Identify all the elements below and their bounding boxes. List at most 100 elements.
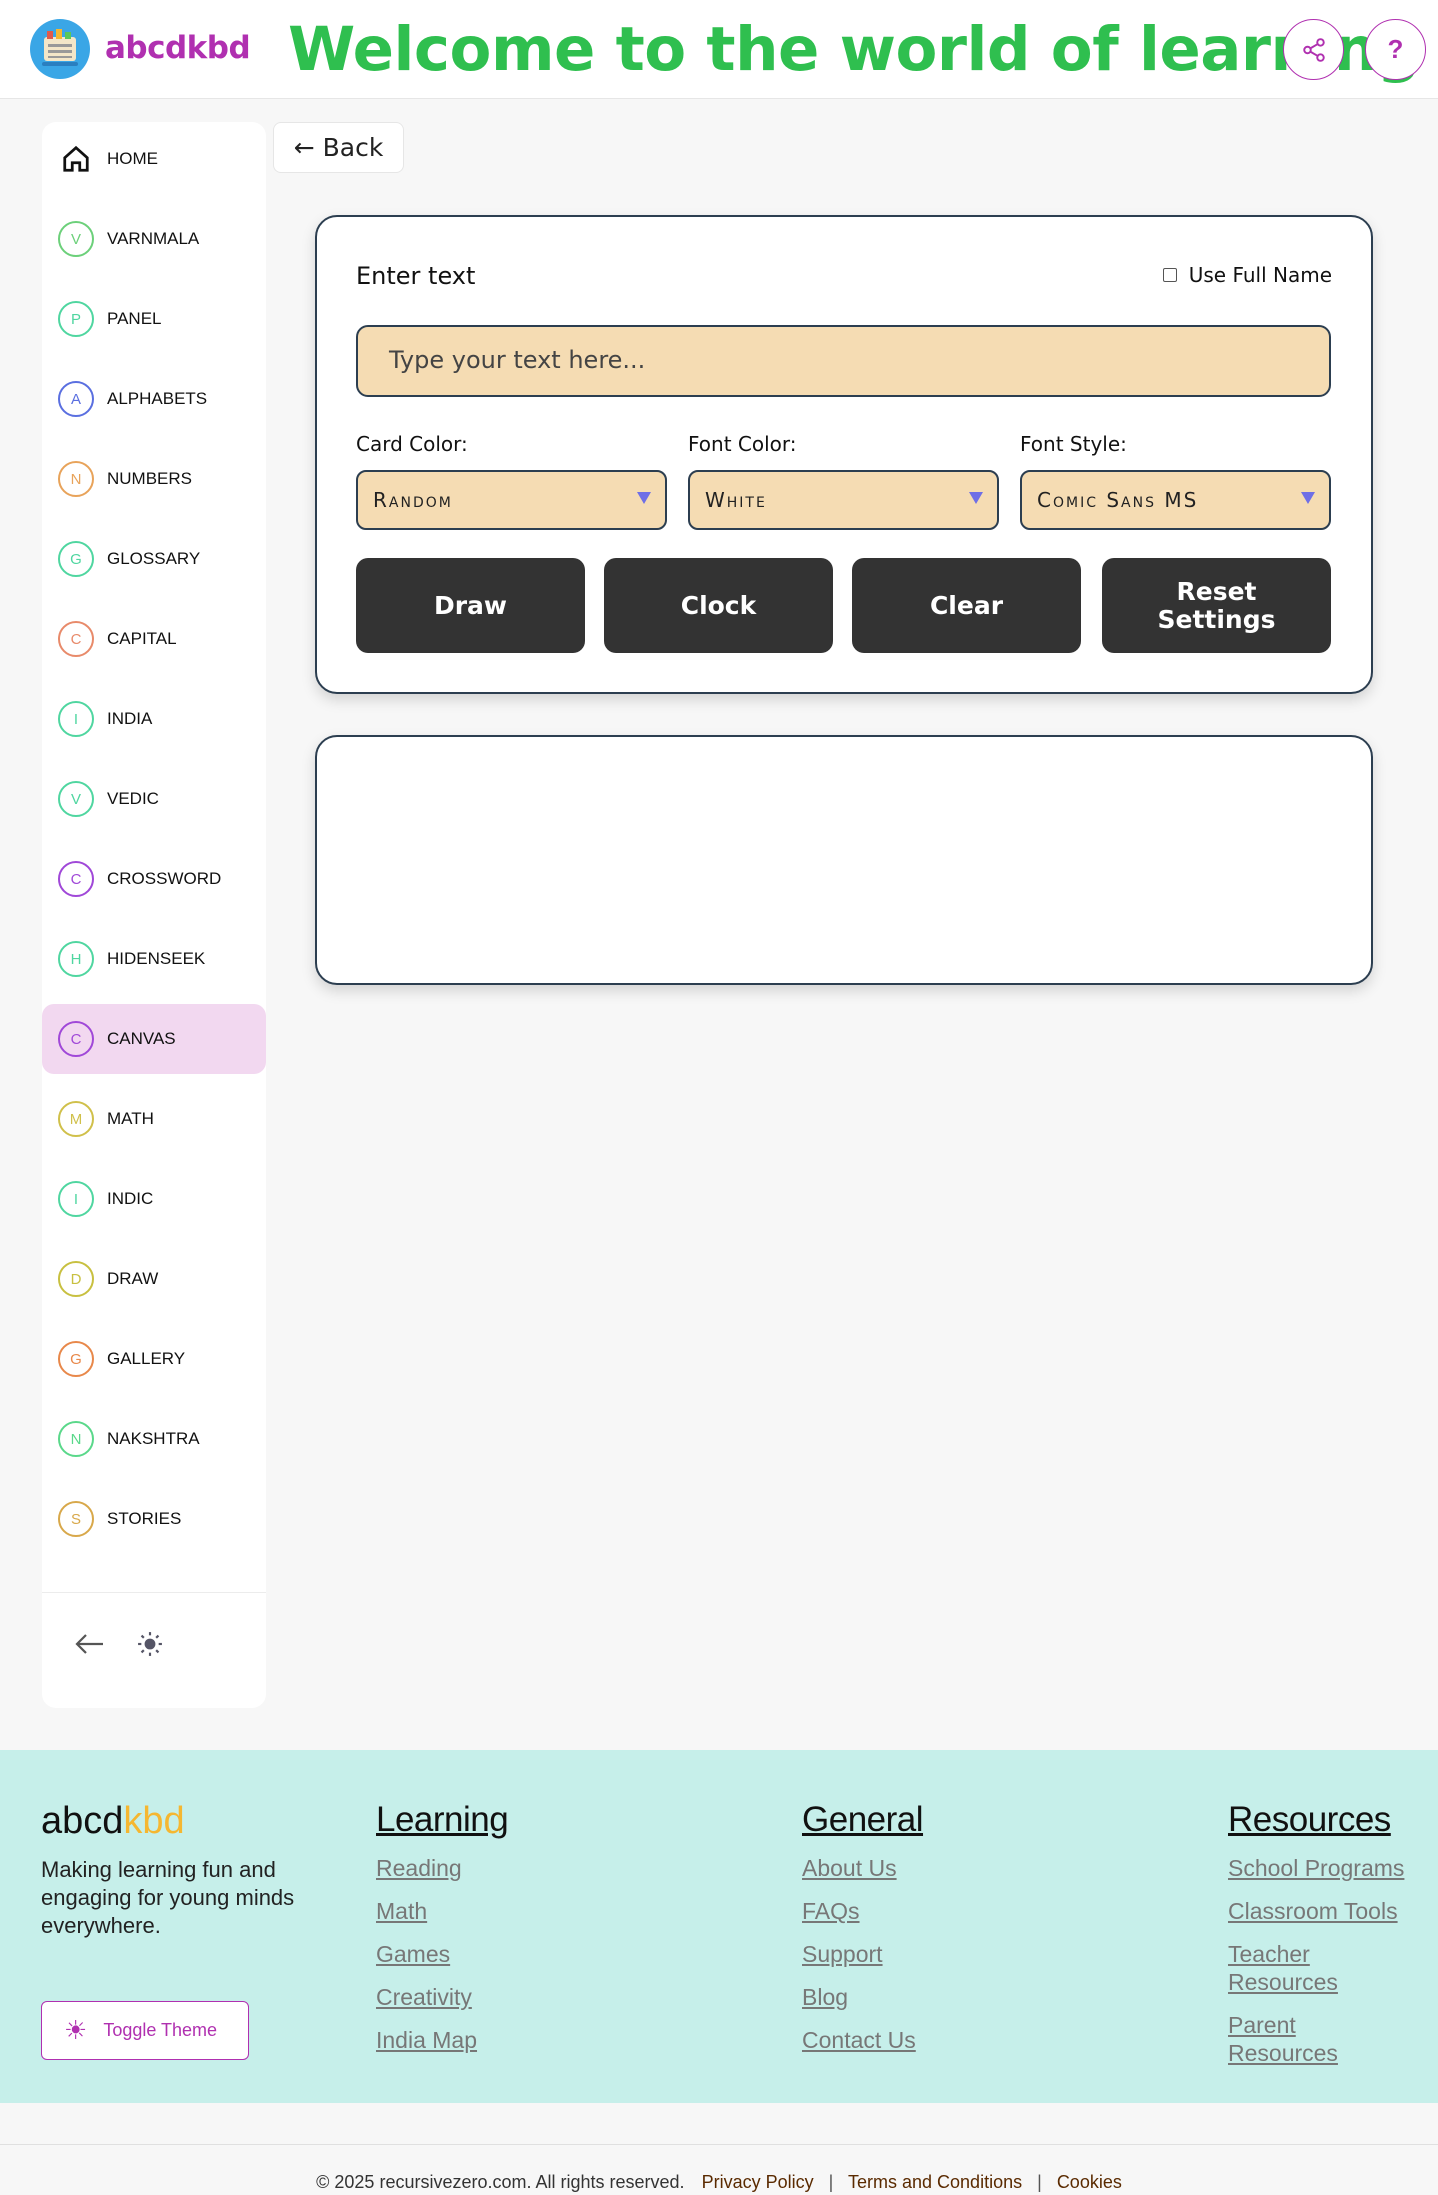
help-button[interactable]: ?	[1365, 19, 1426, 80]
sidebar-item-label: CROSSWORD	[107, 869, 222, 888]
sidebar-item-label: NAKSHTRA	[107, 1429, 200, 1448]
logo-icon[interactable]	[30, 19, 90, 79]
sidebar-item-label: NUMBERS	[107, 469, 193, 488]
share-button[interactable]	[1283, 19, 1344, 80]
sidebar-item-crossword[interactable]: C CROSSWORD	[42, 844, 266, 914]
footer-link-reading[interactable]: Reading	[376, 1854, 508, 1882]
sidebar-item-stories[interactable]: S STORIES	[42, 1484, 266, 1554]
toggle-theme-label: Toggle Theme	[103, 2020, 218, 2040]
footer: abcdkbd Making learning fun and engaging…	[0, 1750, 1438, 2103]
footer-link-faqs[interactable]: FAQs	[802, 1897, 923, 1925]
chevron-down-icon	[1301, 492, 1315, 504]
card-color-value: Random	[373, 488, 453, 512]
text-input[interactable]: Type your text here...	[356, 325, 1331, 397]
letter-g-icon: G	[58, 1341, 94, 1377]
collapse-sidebar-button[interactable]	[70, 1624, 110, 1664]
copyright-bar: © 2025 recursivezero.com. All rights res…	[0, 2172, 1438, 2193]
letter-i-icon: I	[58, 701, 94, 737]
footer-divider	[0, 2144, 1438, 2145]
sidebar-item-math[interactable]: M MATH	[42, 1084, 266, 1154]
sidebar-item-hidenseek[interactable]: H HIDENSEEK	[42, 924, 266, 994]
footer-link-india-map[interactable]: India Map	[376, 2026, 508, 2054]
letter-i-icon: I	[58, 1181, 94, 1217]
footer-link-support[interactable]: Support	[802, 1940, 923, 1968]
sidebar-item-canvas[interactable]: C CANVAS	[42, 1004, 266, 1074]
footer-column-title: General	[802, 1800, 924, 1839]
sidebar-item-label: ALPHABETS	[107, 389, 208, 408]
footer-brand-part-a: abcd	[41, 1800, 124, 1842]
footer-column-resources: Resources School Programs Classroom Tool…	[1228, 1800, 1428, 2082]
footer-link-contact-us[interactable]: Contact Us	[802, 2026, 923, 2054]
letter-v-icon: V	[58, 781, 94, 817]
sidebar-item-draw[interactable]: D DRAW	[42, 1244, 266, 1314]
sidebar-item-india[interactable]: I INDIA	[42, 684, 266, 754]
letter-a-icon: A	[58, 381, 94, 417]
footer-link-games[interactable]: Games	[376, 1940, 508, 1968]
sidebar-item-alphabets[interactable]: A ALPHABETS	[42, 364, 266, 434]
letter-g-icon: G	[58, 541, 94, 577]
footer-link-teacher-resources[interactable]: Teacher Resources	[1228, 1940, 1368, 1996]
footer-link-creativity[interactable]: Creativity	[376, 1983, 508, 2011]
footer-column-title: Resources	[1228, 1800, 1391, 1839]
footer-link-about-us[interactable]: About Us	[802, 1854, 923, 1882]
footer-link-blog[interactable]: Blog	[802, 1983, 923, 2011]
sidebar-item-label: GALLERY	[107, 1349, 186, 1368]
footer-link-math[interactable]: Math	[376, 1897, 508, 1925]
sidebar-item-label: INDIC	[107, 1189, 154, 1208]
draw-button[interactable]: Draw	[356, 558, 585, 653]
letter-n-icon: N	[58, 461, 94, 497]
theme-toggle-button[interactable]	[130, 1624, 170, 1664]
sidebar-item-varnmala[interactable]: V VARNMALA	[42, 204, 266, 274]
sidebar-item-label: DRAW	[107, 1269, 159, 1288]
sidebar-divider	[42, 1592, 266, 1593]
copyright-text: © 2025 recursivezero.com. All rights res…	[316, 2172, 685, 2192]
sidebar-item-label: INDIA	[107, 709, 153, 728]
footer-link-parent-resources[interactable]: Parent Resources	[1228, 2011, 1368, 2067]
sidebar-item-gallery[interactable]: G GALLERY	[42, 1324, 266, 1394]
font-color-value: White	[705, 488, 767, 512]
footer-link-classroom-tools[interactable]: Classroom Tools	[1228, 1897, 1428, 1925]
back-button[interactable]: ← Back	[273, 122, 404, 173]
card-color-select[interactable]: Random	[356, 470, 667, 530]
sidebar-item-vedic[interactable]: V VEDIC	[42, 764, 266, 834]
footer-brand[interactable]: abcdkbd	[41, 1800, 185, 1843]
terms-link[interactable]: Terms and Conditions	[848, 2172, 1022, 2192]
sidebar-item-label: VARNMALA	[107, 229, 200, 248]
reset-settings-button[interactable]: Reset Settings	[1102, 558, 1331, 653]
drawing-canvas[interactable]	[315, 735, 1373, 985]
clear-button[interactable]: Clear	[852, 558, 1081, 653]
share-icon	[1302, 37, 1325, 62]
sidebar-item-label: VEDIC	[107, 789, 159, 808]
header: abcdkbd Welcome to the world of learning…	[0, 0, 1438, 99]
sidebar-item-label: STORIES	[107, 1509, 182, 1528]
brand-name[interactable]: abcdkbd	[105, 30, 251, 66]
sidebar-item-label: CAPITAL	[107, 629, 177, 648]
cookies-link[interactable]: Cookies	[1057, 2172, 1122, 2192]
sidebar-item-nakshtra[interactable]: N NAKSHTRA	[42, 1404, 266, 1474]
toggle-theme-button[interactable]: ☀ Toggle Theme	[41, 2001, 249, 2060]
footer-link-school-programs[interactable]: School Programs	[1228, 1854, 1428, 1882]
sidebar-item-label: PANEL	[107, 309, 162, 328]
font-style-select[interactable]: Comic Sans MS	[1020, 470, 1331, 530]
use-full-name-toggle[interactable]: Use Full Name	[1162, 263, 1332, 287]
separator: |	[1037, 2172, 1042, 2192]
use-full-name-label: Use Full Name	[1188, 263, 1332, 287]
footer-column-title: Learning	[376, 1800, 509, 1839]
font-color-label: Font Color:	[688, 432, 797, 456]
sidebar-item-panel[interactable]: P PANEL	[42, 284, 266, 354]
sun-icon: ☀	[64, 2015, 88, 2045]
sidebar-item-numbers[interactable]: N NUMBERS	[42, 444, 266, 514]
letter-c-icon: C	[58, 621, 94, 657]
home-icon	[58, 141, 94, 177]
sidebar-item-home[interactable]: HOME	[42, 124, 266, 194]
sidebar-item-glossary[interactable]: G GLOSSARY	[42, 524, 266, 594]
font-color-select[interactable]: White	[688, 470, 999, 530]
clock-button[interactable]: Clock	[604, 558, 833, 653]
privacy-policy-link[interactable]: Privacy Policy	[702, 2172, 814, 2192]
sidebar-item-capital[interactable]: C CAPITAL	[42, 604, 266, 674]
sidebar-item-label: MATH	[107, 1109, 154, 1128]
letter-h-icon: H	[58, 941, 94, 977]
use-full-name-checkbox[interactable]	[1162, 268, 1177, 282]
sidebar-item-indic[interactable]: I INDIC	[42, 1164, 266, 1234]
footer-column-general: General About Us FAQs Support Blog Conta…	[802, 1800, 924, 2069]
